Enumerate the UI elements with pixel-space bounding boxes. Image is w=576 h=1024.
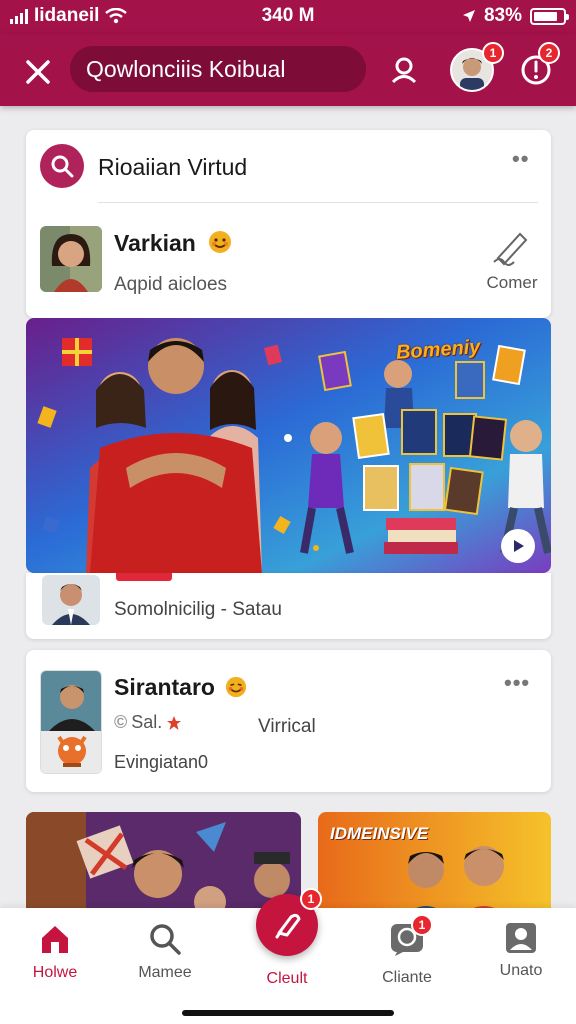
emoji-icon xyxy=(209,231,232,253)
profile-name: Varkian xyxy=(114,230,232,257)
create-badge: 1 xyxy=(300,888,322,910)
pencil-icon xyxy=(493,232,528,266)
emoji-icon xyxy=(226,676,247,698)
tile-left-image xyxy=(26,812,301,922)
news-caption: Somolnicilig - Satau xyxy=(114,599,282,620)
tab-profile[interactable]: Unato xyxy=(466,908,576,998)
battery-percent: 83% xyxy=(483,5,522,26)
search-field-text: Qowlonciiis Koibual xyxy=(86,55,286,82)
app-header: Qowlonciiis Koibual 1 2 xyxy=(0,34,576,106)
close-button[interactable] xyxy=(18,52,58,92)
battery-icon xyxy=(530,7,569,25)
status-right: 83% xyxy=(462,5,569,27)
divider xyxy=(98,202,538,203)
status-bar: Iidaneil 340 M 83% xyxy=(0,0,576,34)
profile-photo[interactable] xyxy=(40,226,102,292)
create-button[interactable]: 1 xyxy=(256,888,322,956)
profile-avatar-button[interactable]: 1 xyxy=(450,42,504,92)
post-tag-text: Sal. xyxy=(131,712,163,732)
profile-subtitle: Aqpid aicloes xyxy=(114,274,228,295)
news-card[interactable]: Somolnicilig - Satau xyxy=(26,573,551,639)
location-arrow-icon xyxy=(462,10,475,22)
play-button[interactable] xyxy=(501,529,535,563)
home-icon xyxy=(42,926,68,953)
profile-name-text: Varkian xyxy=(114,230,196,256)
user-icon xyxy=(391,57,417,84)
chat-badge: 1 xyxy=(411,914,433,936)
tab-search[interactable]: Mamee xyxy=(110,908,220,998)
home-indicator xyxy=(182,1010,394,1016)
progress-marker xyxy=(116,573,172,581)
search-icon xyxy=(51,155,74,178)
post-thumbnail xyxy=(40,670,102,774)
tile-right-title: IDMEINSIVE xyxy=(330,824,429,843)
comment-label: Comer xyxy=(486,273,538,292)
feed-tile-left[interactable] xyxy=(26,812,301,922)
profile-icon xyxy=(506,923,536,953)
promo-banner[interactable]: Bomeniy xyxy=(26,318,551,573)
alerts-badge: 2 xyxy=(538,42,560,64)
tab-home-label: Holwe xyxy=(32,964,78,981)
post-author: Sirantaro xyxy=(114,674,247,701)
tab-create-label: Cleult xyxy=(266,970,308,987)
post-side-label: Virrical xyxy=(258,716,316,737)
post-card[interactable]: Sirantaro ••• © Sal. Virrical Evingiatan… xyxy=(26,650,551,792)
card-search-title: Rioaiian Virtud xyxy=(98,154,248,180)
feed-tile-right[interactable]: IDMEINSIVE xyxy=(318,812,551,922)
comment-button[interactable]: Comer xyxy=(482,228,542,293)
more-options-icon[interactable]: •• xyxy=(512,146,529,172)
play-icon xyxy=(514,540,524,552)
search-circle-button[interactable] xyxy=(40,144,84,188)
search-field[interactable]: Qowlonciiis Koibual xyxy=(70,46,366,92)
create-icon xyxy=(275,913,301,939)
tab-profile-label: Unato xyxy=(499,962,543,979)
search-icon xyxy=(150,924,181,955)
account-button[interactable] xyxy=(382,48,426,92)
star-icon xyxy=(167,715,182,730)
post-subtitle: Evingiatan0 xyxy=(114,752,209,772)
close-icon xyxy=(26,60,50,84)
more-options-icon[interactable]: ••• xyxy=(504,670,530,696)
top-card: Rioaiian Virtud •• Varkian Aqpid aicloes… xyxy=(26,130,551,318)
avatar-badge: 1 xyxy=(482,42,504,64)
tag-icon: © xyxy=(114,712,128,732)
post-tag: © Sal. xyxy=(114,712,182,733)
alerts-button[interactable]: 2 xyxy=(514,42,560,92)
tab-home[interactable]: Holwe xyxy=(0,908,110,998)
tab-chat[interactable]: 1 Cliante xyxy=(352,908,462,998)
tab-chat-label: Cliante xyxy=(382,969,432,986)
tab-search-label: Mamee xyxy=(138,964,192,981)
news-thumbnail xyxy=(42,575,100,625)
post-author-text: Sirantaro xyxy=(114,674,215,700)
